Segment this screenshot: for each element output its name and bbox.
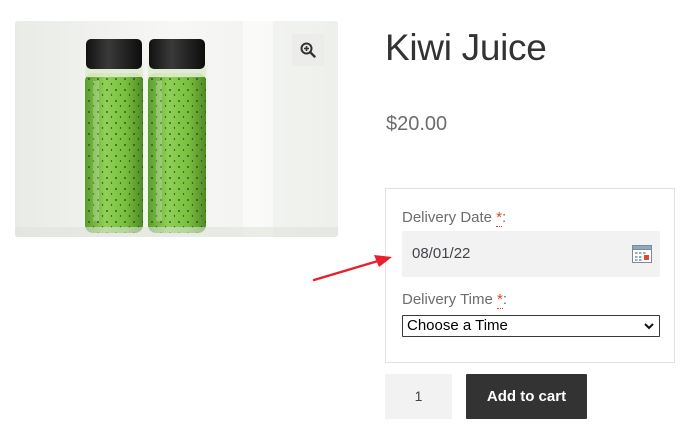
delivery-date-input[interactable]: 08/01/22 xyxy=(402,231,660,277)
juice-bottles-image xyxy=(15,21,338,237)
delivery-time-label: Delivery Time *: xyxy=(402,290,507,310)
delivery-options-box: Delivery Date *: 08/01/22 Delivery Time … xyxy=(385,188,675,363)
delivery-date-label: Delivery Date *: xyxy=(402,208,506,228)
quantity-input[interactable]: 1 xyxy=(385,374,452,419)
annotation-arrow-icon xyxy=(312,255,392,282)
zoom-in-icon xyxy=(300,42,316,58)
product-page: Kiwi Juice $20.00 Delivery Date *: 08/01… xyxy=(0,0,695,437)
label-colon: : xyxy=(502,291,508,308)
product-image[interactable] xyxy=(15,21,338,237)
chevron-down-icon xyxy=(644,323,654,330)
delivery-time-label-text: Delivery Time xyxy=(402,291,498,308)
calendar-icon[interactable] xyxy=(632,245,652,263)
product-price: $20.00 xyxy=(386,113,448,135)
delivery-date-label-text: Delivery Date xyxy=(402,209,497,226)
label-colon: : xyxy=(502,209,507,226)
zoom-button[interactable] xyxy=(292,34,324,66)
delivery-time-selected: Choose a Time xyxy=(407,317,508,334)
delivery-time-select[interactable]: Choose a Time xyxy=(402,315,660,337)
product-title: Kiwi Juice xyxy=(385,27,547,68)
add-to-cart-button[interactable]: Add to cart xyxy=(466,374,587,419)
